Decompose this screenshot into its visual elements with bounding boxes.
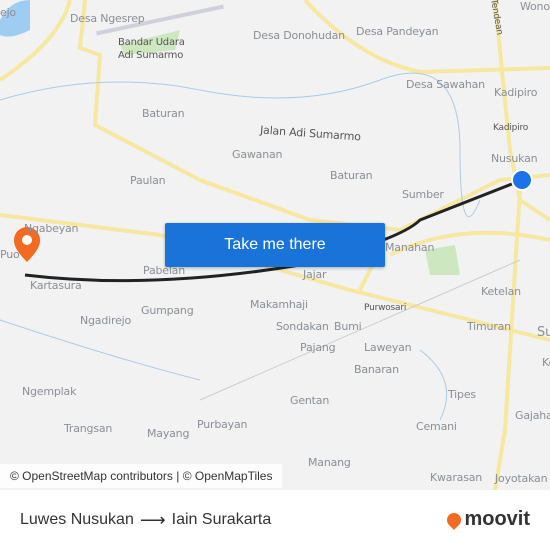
map-label: Makamhaji <box>250 298 308 311</box>
map-label: Ketelan <box>481 285 521 298</box>
map-label: Purwosari <box>364 303 407 313</box>
map-label: Desa Sawahan <box>406 78 485 91</box>
map-label: Sumber <box>402 188 444 201</box>
map-label: Adi Sumarmo <box>118 50 184 61</box>
map-label: Desa Ngesrep <box>70 12 145 25</box>
map-label: Trangsan <box>64 422 113 435</box>
map-label: Kadipiro <box>494 86 538 99</box>
footer: Luwes Nusukan ⟶ Iain Surakarta moovit <box>0 490 550 550</box>
map-label: Ngemplak <box>22 385 77 398</box>
map-label: Ngadirejo <box>80 314 132 327</box>
arrow-right-icon: ⟶ <box>139 509 166 530</box>
moovit-pin-icon <box>444 509 465 530</box>
map[interactable]: Desa Ngesrep Bandar Udara Adi Sumarmo De… <box>0 0 550 490</box>
map-label: Gentan <box>290 394 330 407</box>
map-label: Nusukan <box>491 152 538 165</box>
map-attribution[interactable]: © OpenStreetMap contributors | © OpenMap… <box>0 464 283 488</box>
map-label: Ke <box>542 356 550 369</box>
map-label: Gumpang <box>141 304 194 317</box>
map-label: Manang <box>308 456 351 469</box>
map-label: Banaran <box>354 363 399 376</box>
map-label: Sondakan <box>276 320 329 333</box>
map-label: Bumi <box>334 320 362 333</box>
origin-name: Luwes Nusukan <box>20 511 134 528</box>
map-label: Su <box>537 325 550 340</box>
map-label: Joyotakan <box>495 472 548 485</box>
take-me-there-button[interactable]: Take me there <box>165 223 385 267</box>
map-label: Desa Donohudan <box>253 29 345 42</box>
map-label: Kwarasan <box>430 471 483 484</box>
map-label: Gawanan <box>232 148 283 161</box>
route-summary: Luwes Nusukan ⟶ Iain Surakarta <box>20 510 271 531</box>
map-label: Jajar <box>303 268 327 281</box>
map-label: Baturan <box>330 169 373 182</box>
map-label: Timuran <box>467 320 511 333</box>
map-label: Mayang <box>147 427 190 440</box>
map-label: Paulan <box>130 174 166 187</box>
map-label: Cemani <box>416 420 457 433</box>
map-label: Manahan <box>385 241 435 254</box>
map-label: Kartasura <box>30 279 82 292</box>
map-label: Laweyan <box>364 341 412 354</box>
map-label: Wono <box>520 0 550 13</box>
map-label: Kadipiro <box>493 123 529 133</box>
map-label: Bandar Udara <box>118 37 185 48</box>
moovit-logo: moovit <box>444 508 530 531</box>
logo-text: moovit <box>464 508 530 530</box>
map-label: ejo <box>0 6 16 19</box>
origin-marker[interactable] <box>511 169 533 191</box>
map-label: Desa Pandeyan <box>356 25 439 38</box>
destination-name: Iain Surakarta <box>171 511 272 528</box>
map-label: Puo <box>0 248 20 261</box>
map-label: Baturan <box>142 107 185 120</box>
map-label: Pajang <box>300 341 336 354</box>
map-label: Ngabeyan <box>24 222 79 235</box>
map-label: Purbayan <box>197 418 248 431</box>
map-label: Tipes <box>448 388 476 401</box>
map-label: Gajaha <box>515 409 550 422</box>
